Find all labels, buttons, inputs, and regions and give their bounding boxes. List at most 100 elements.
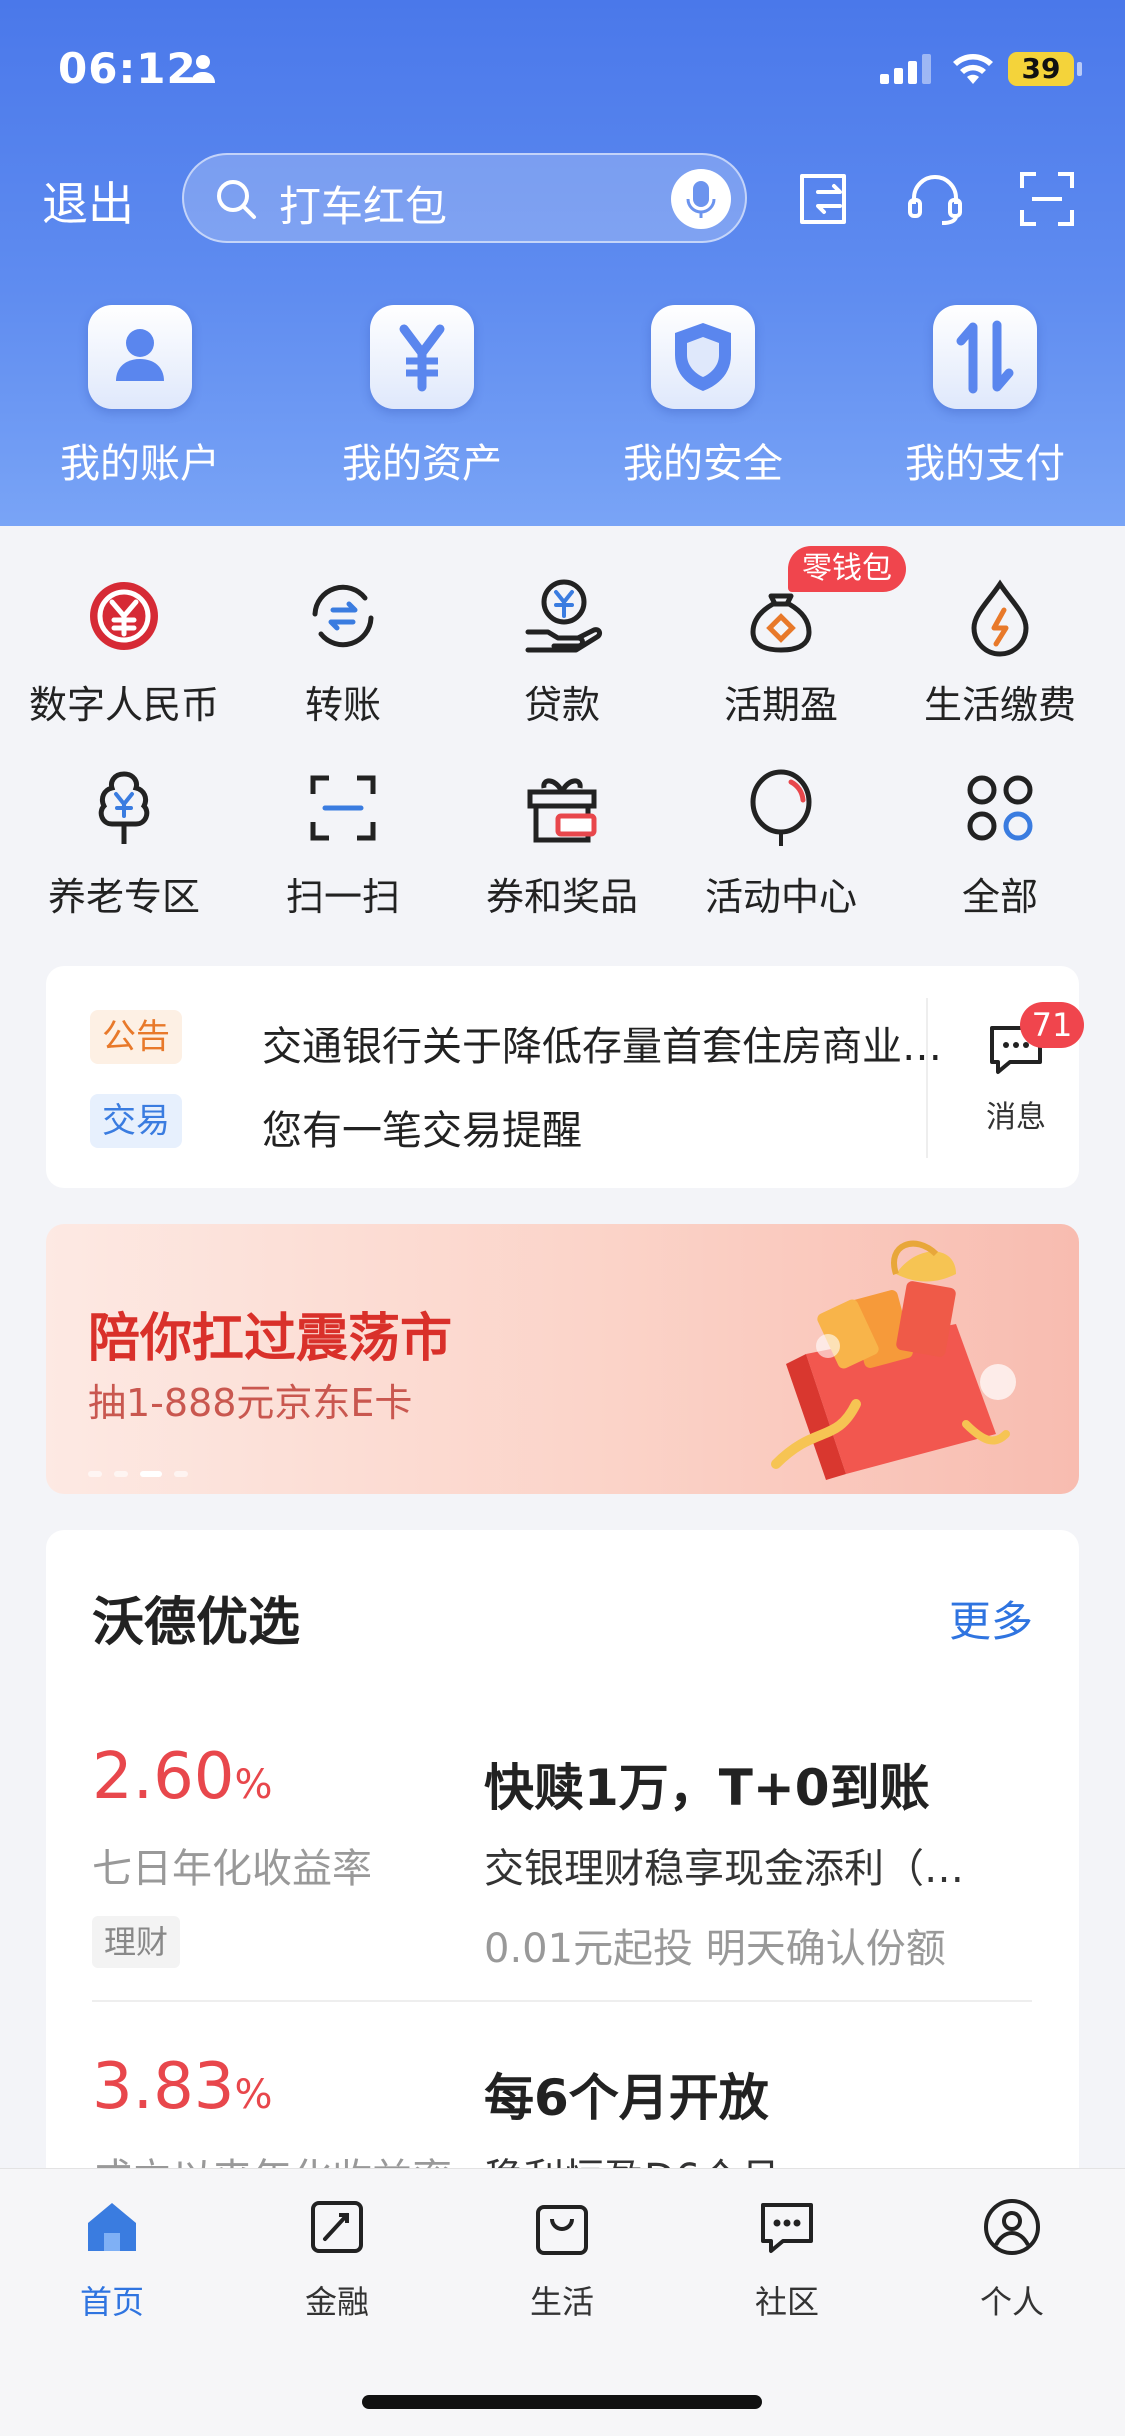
tab-life[interactable]: 生活 — [487, 2195, 637, 2323]
product-divider — [92, 2000, 1032, 2002]
pagination-dot — [174, 1471, 188, 1477]
tab-label: 生活 — [529, 2283, 594, 2321]
gift-coupon-icon — [520, 766, 604, 850]
top-bar: 退出 打车红包 — [0, 150, 1125, 245]
user-icon — [88, 305, 192, 409]
rate-value: 3.83 — [92, 2050, 235, 2124]
finance-icon — [311, 2201, 363, 2253]
service-activity-center[interactable]: 活动中心 — [671, 766, 891, 921]
wifi-icon — [953, 54, 993, 84]
home-icon — [88, 2203, 136, 2251]
service-label: 转账 — [304, 683, 381, 727]
rate-label: 七日年化收益率 — [92, 1846, 372, 1892]
banner-pagination — [88, 1462, 200, 1481]
utility-drop-icon — [958, 574, 1042, 658]
service-grid: 数字人民币 转账 贷款 活期盈 生活缴费 养老专区 扫一扫 券和奖品 活动中心 … — [0, 526, 1125, 946]
loan-icon — [520, 574, 604, 658]
service-digital-rmb[interactable]: 数字人民币 — [14, 574, 234, 729]
service-all[interactable]: 全部 — [890, 766, 1110, 921]
account-quick-actions: 我的账户 我的资产 我的安全 我的支付 — [0, 305, 1125, 487]
tab-home[interactable]: 首页 — [37, 2195, 187, 2323]
rate-unit: % — [234, 2072, 273, 2118]
my-assets-label: 我的资产 — [342, 441, 502, 487]
service-label: 贷款 — [523, 683, 600, 727]
more-link[interactable]: 更多 — [949, 1588, 1033, 1649]
scan-icon — [301, 766, 385, 850]
switch-card-icon[interactable] — [792, 168, 854, 230]
tab-label: 金融 — [304, 2283, 369, 2321]
yuan-icon — [370, 305, 474, 409]
my-payment-button[interactable]: 我的支付 — [885, 305, 1085, 489]
battery-indicator: 39 — [1008, 52, 1074, 86]
logout-button[interactable]: 退出 — [42, 168, 134, 234]
digital-rmb-icon — [82, 574, 166, 658]
rate-unit: % — [234, 1762, 273, 1808]
wallet-badge: 零钱包 — [788, 546, 906, 592]
product-item[interactable]: 2.60% 七日年化收益率 理财 快赎1万，T+0到账 交银理财稳享现金添利（…… — [92, 1740, 1032, 1980]
notice-card: 公告 交通银行关于降低存量首套住房商业性个人住房贷款利率的公告 交易 您有一笔交… — [46, 966, 1084, 1188]
service-label: 数字人民币 — [28, 683, 219, 727]
chat-icon — [761, 2203, 813, 2253]
tab-finance[interactable]: 金融 — [262, 2195, 412, 2323]
voice-search-button[interactable] — [671, 169, 731, 229]
product-rate: 2.60% — [92, 1740, 273, 1814]
banner-subtitle: 抽1-888元京东E卡 — [88, 1381, 413, 1425]
tab-community[interactable]: 社区 — [712, 2195, 862, 2323]
status-time: 06:12 — [58, 44, 197, 93]
messages-button[interactable]: 71 消息 — [966, 1002, 1084, 1136]
gift-box-illustration — [771, 1240, 1016, 1480]
my-payment-label: 我的支付 — [905, 441, 1065, 487]
notice-divider — [926, 998, 928, 1158]
service-label: 券和奖品 — [485, 875, 638, 919]
service-label: 活期盈 — [723, 683, 838, 727]
product-headline: 每6个月开放 — [484, 2069, 769, 2127]
banner-title: 陪你扛过震荡市 — [88, 1309, 453, 1369]
home-indicator — [362, 2395, 762, 2409]
service-label: 活动中心 — [704, 875, 857, 919]
my-security-button[interactable]: 我的安全 — [603, 305, 803, 489]
scan-frame-icon[interactable] — [1016, 168, 1078, 230]
balloon-icon — [739, 766, 823, 850]
service-loan[interactable]: 贷款 — [452, 574, 672, 729]
search-bar[interactable]: 打车红包 — [182, 153, 747, 243]
product-tag: 理财 — [92, 1916, 181, 1968]
service-pension[interactable]: 养老专区 — [14, 766, 234, 921]
recommend-card: 沃德优选 更多 2.60% 七日年化收益率 理财 快赎1万，T+0到账 交银理财… — [46, 1530, 1079, 2230]
announcement-row[interactable]: 公告 交通银行关于降低存量首套住房商业性个人住房贷款利率的公告 — [90, 1010, 952, 1070]
shopping-bag-icon — [536, 2205, 588, 2255]
product-description: 0.01元起投 明天确认份额 — [484, 1926, 946, 1972]
service-label: 生活缴费 — [923, 683, 1076, 727]
my-account-label: 我的账户 — [60, 441, 220, 487]
profile-icon — [984, 2199, 1040, 2255]
pagination-dot-active — [140, 1471, 162, 1477]
product-name: 交银理财稳享现金添利（… — [484, 1846, 964, 1892]
service-label: 扫一扫 — [285, 875, 400, 919]
product-headline: 快赎1万，T+0到账 — [484, 1759, 930, 1817]
transaction-row[interactable]: 交易 您有一笔交易提醒 — [90, 1094, 950, 1154]
service-huoqiying[interactable]: 活期盈 — [671, 574, 891, 729]
tab-profile[interactable]: 个人 — [937, 2195, 1087, 2323]
service-transfer[interactable]: 转账 — [233, 574, 453, 729]
service-coupons[interactable]: 券和奖品 — [452, 766, 672, 921]
transfer-arrows-icon — [933, 305, 1037, 409]
transaction-tag: 交易 — [90, 1094, 182, 1148]
announcement-text: 交通银行关于降低存量首套住房商业性个人住房贷款利率的公告 — [262, 1024, 952, 1070]
customer-service-icon[interactable] — [904, 168, 966, 230]
messages-label: 消息 — [986, 1100, 1046, 1135]
shield-icon — [651, 305, 755, 409]
my-account-button[interactable]: 我的账户 — [40, 305, 240, 489]
service-scan[interactable]: 扫一扫 — [233, 766, 453, 921]
service-utility-bill[interactable]: 生活缴费 — [890, 574, 1110, 729]
pagination-dot — [114, 1471, 128, 1477]
promo-banner[interactable]: 陪你扛过震荡市 抽1-888元京东E卡 — [46, 1224, 1079, 1494]
tab-label: 社区 — [754, 2283, 819, 2321]
my-assets-button[interactable]: 我的资产 — [322, 305, 522, 489]
section-title: 沃德优选 — [92, 1593, 301, 1653]
service-label: 养老专区 — [47, 875, 200, 919]
person-status-icon — [191, 55, 215, 83]
message-count-badge: 71 — [1020, 1002, 1084, 1048]
pension-tree-icon — [82, 766, 166, 850]
transfer-icon — [301, 574, 385, 658]
announcement-tag: 公告 — [90, 1010, 182, 1064]
all-apps-icon — [958, 766, 1042, 850]
